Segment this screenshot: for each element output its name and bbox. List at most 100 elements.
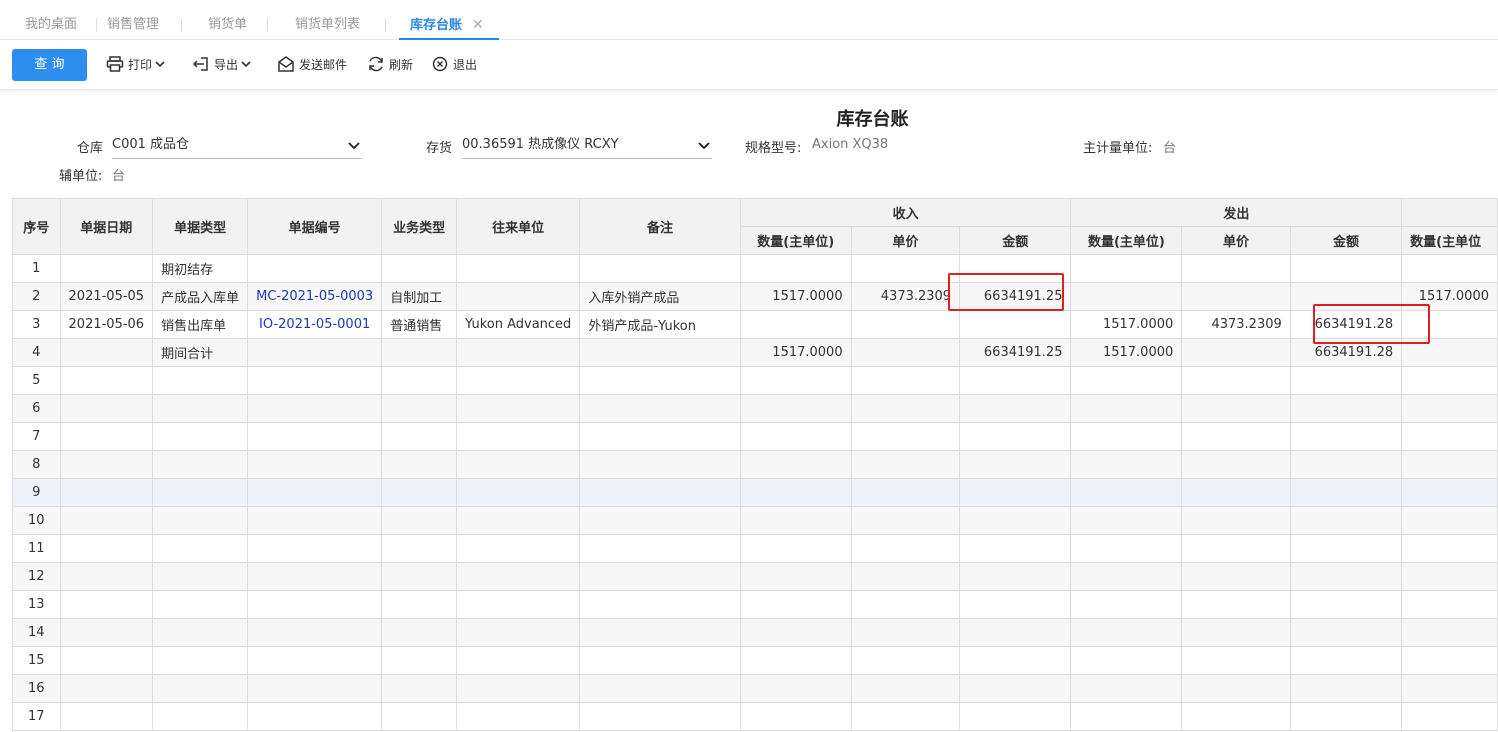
cell-type <box>152 478 249 507</box>
table-row[interactable]: 12 <box>12 562 1498 591</box>
cell-code[interactable] <box>247 674 383 703</box>
cell-date <box>59 534 154 563</box>
tab-sales-order-list[interactable]: 销货单列表 <box>295 6 360 40</box>
cell-in-amount <box>959 422 1072 451</box>
cell-bal-qty <box>1401 562 1498 591</box>
table-row[interactable]: 7 <box>12 422 1498 451</box>
cell-code[interactable] <box>247 506 383 535</box>
table-row[interactable]: 14 <box>12 618 1498 647</box>
cell-code[interactable] <box>247 618 383 647</box>
cell-out-qty <box>1070 394 1183 423</box>
cell-type: 期间合计 <box>152 338 249 367</box>
cell-code[interactable] <box>247 702 383 731</box>
table-row[interactable]: 11 <box>12 534 1498 563</box>
cell-remark <box>579 254 741 283</box>
export-button[interactable]: 导出 <box>192 52 255 78</box>
cell-code[interactable] <box>247 478 383 507</box>
table-row[interactable]: 13 <box>12 590 1498 619</box>
cell-code[interactable]: MC-2021-05-0003 <box>247 282 383 311</box>
cell-partner <box>456 338 581 367</box>
cell-out-qty <box>1070 254 1183 283</box>
table-row[interactable]: 2 2021-05-05 产成品入库单 MC-2021-05-0003 自制加工 入库外销… <box>12 282 1498 311</box>
cell-in-qty <box>739 702 852 731</box>
cell-code[interactable] <box>247 646 383 675</box>
table-row[interactable]: 15 <box>12 646 1498 675</box>
cell-biz <box>381 450 458 479</box>
cell-out-amount <box>1289 646 1403 675</box>
cell-in-amount <box>959 618 1072 647</box>
cell-type <box>152 422 249 451</box>
cell-bal-qty <box>1401 254 1498 283</box>
table-row[interactable]: 10 <box>12 506 1498 535</box>
cell-partner <box>456 254 581 283</box>
cell-code[interactable] <box>247 338 383 367</box>
table-row[interactable]: 5 <box>12 366 1498 395</box>
cell-seq: 4 <box>12 338 61 367</box>
cell-out-qty <box>1070 282 1183 311</box>
cell-in-price <box>850 590 961 619</box>
cell-seq: 3 <box>12 310 61 339</box>
cell-in-price <box>850 702 961 731</box>
tab-sales-order[interactable]: 销货单 <box>208 6 247 40</box>
cell-biz <box>381 506 458 535</box>
table-row[interactable]: 3 2021-05-06 销售出库单 IO-2021-05-0001 普通销售 Yukon… <box>12 310 1498 339</box>
cell-remark <box>579 450 741 479</box>
tab-sales-management[interactable]: 销售管理 <box>107 6 159 40</box>
table-row[interactable]: 16 <box>12 674 1498 703</box>
header-code: 单据编号 <box>247 198 383 255</box>
header-out-price: 单价 <box>1181 226 1291 255</box>
item-select[interactable]: 00.36591 热成像仪 RCXY <box>462 133 712 159</box>
table-row[interactable]: 6 <box>12 394 1498 423</box>
exit-button[interactable]: 退出 <box>431 52 477 78</box>
table-row[interactable]: 9 <box>12 478 1498 507</box>
cell-date <box>59 338 154 367</box>
tab-desktop[interactable]: 我的桌面 <box>25 6 77 40</box>
cell-in-qty <box>739 422 852 451</box>
cell-in-amount <box>959 366 1072 395</box>
warehouse-select[interactable]: C001 成品仓 <box>112 133 362 159</box>
cell-in-amount <box>959 590 1072 619</box>
cell-in-amount <box>959 534 1072 563</box>
cell-code[interactable] <box>247 450 383 479</box>
send-email-button[interactable]: 发送邮件 <box>277 52 347 78</box>
cell-code[interactable] <box>247 590 383 619</box>
cell-in-qty <box>739 310 852 339</box>
cell-code[interactable] <box>247 562 383 591</box>
cell-biz <box>381 394 458 423</box>
header-in-price: 单价 <box>850 226 961 255</box>
cell-code[interactable] <box>247 394 383 423</box>
cell-code[interactable] <box>247 254 383 283</box>
cell-remark <box>579 394 741 423</box>
ledger-table: 序号 单据日期 单据类型 单据编号 业务类型 往来单位 备注 收入 发出 数量(… <box>12 198 1498 731</box>
cell-biz <box>381 590 458 619</box>
cell-in-price <box>850 506 961 535</box>
cell-in-price <box>850 562 961 591</box>
cell-seq: 12 <box>12 562 61 591</box>
cell-bal-qty <box>1401 702 1498 731</box>
cell-remark <box>579 674 741 703</box>
table-row[interactable]: 8 <box>12 450 1498 479</box>
query-button[interactable]: 查 询 <box>12 49 87 81</box>
cell-code[interactable]: IO-2021-05-0001 <box>247 310 383 339</box>
print-button[interactable]: 打印 <box>106 52 169 78</box>
cell-out-qty <box>1070 674 1183 703</box>
chevron-down-icon <box>348 142 360 150</box>
item-label: 存货 <box>426 141 453 156</box>
cell-in-price <box>850 254 961 283</box>
cell-in-amount <box>959 394 1072 423</box>
tab-inventory-ledger[interactable]: 库存台账 ✕ <box>410 6 484 40</box>
close-icon[interactable]: ✕ <box>472 17 484 33</box>
table-row[interactable]: 4 期间合计 1517.0000 6634191.25 1517.0000 6634191… <box>12 338 1498 367</box>
refresh-button[interactable]: 刷新 <box>367 52 413 78</box>
cell-remark <box>579 702 741 731</box>
cell-partner <box>456 422 581 451</box>
table-row[interactable]: 17 <box>12 702 1498 731</box>
cell-code[interactable] <box>247 534 383 563</box>
cell-code[interactable] <box>247 366 383 395</box>
table-row[interactable]: 1 期初结存 <box>12 254 1498 283</box>
cell-date <box>59 506 154 535</box>
cell-out-amount <box>1289 422 1403 451</box>
cell-in-amount <box>959 702 1072 731</box>
cell-out-qty <box>1070 450 1183 479</box>
cell-code[interactable] <box>247 422 383 451</box>
